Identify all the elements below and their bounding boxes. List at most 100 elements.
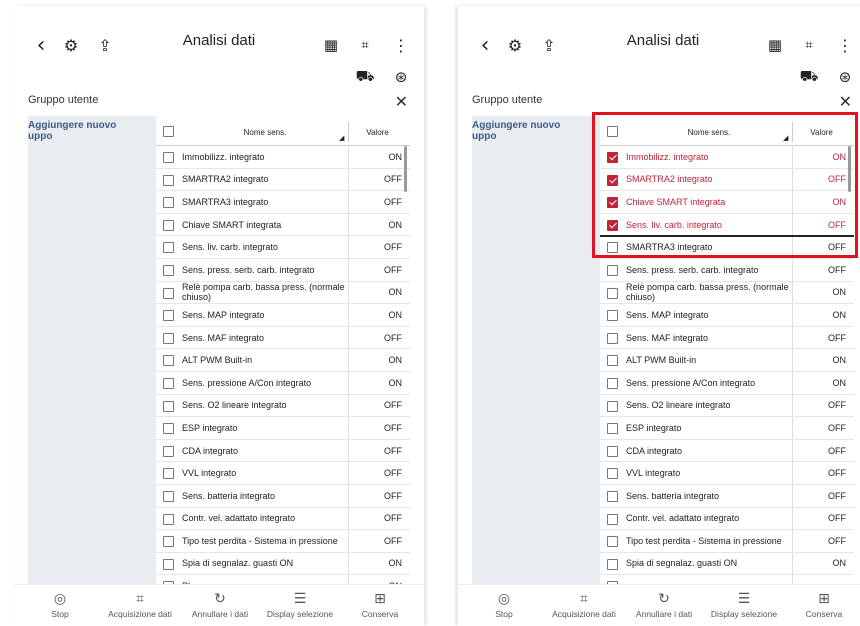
row-checkbox[interactable] [607, 490, 618, 502]
gauge-icon[interactable]: ⊛ [834, 66, 856, 88]
table-row[interactable]: Sens. press. serb. carb. integrato OFF [156, 258, 410, 282]
row-checkbox[interactable] [607, 264, 618, 276]
row-checkbox[interactable] [163, 219, 174, 231]
table-row[interactable]: Contr. vel. adattato integrato OFF [600, 507, 854, 531]
row-checkbox[interactable] [163, 377, 174, 389]
expand-icon[interactable]: ⌗ [798, 34, 820, 56]
select-all-checkbox[interactable] [163, 126, 174, 137]
table-row[interactable]: Sens. pressione A/Con integrato ON [600, 371, 854, 395]
row-checkbox[interactable] [607, 355, 618, 367]
row-checkbox[interactable] [607, 536, 618, 548]
row-checkbox[interactable] [163, 445, 174, 457]
calendar-icon[interactable]: ▦ [764, 34, 786, 56]
toolbar-button-4[interactable]: ⊞ Conserva [784, 591, 860, 619]
toolbar-button-4[interactable]: ⊞ Conserva [340, 591, 420, 619]
toolbar-button-0[interactable]: ◎ Stop [464, 591, 544, 619]
engine-icon[interactable]: ⚙ [504, 34, 526, 56]
table-row[interactable]: Spia di segnalaz. guasti ON ON [600, 552, 854, 576]
table-row[interactable]: Tipo test perdita - Sistema in pressione… [600, 530, 854, 553]
table-row[interactable]: ALT PWM Built-in ON [600, 349, 854, 372]
row-checkbox[interactable] [607, 558, 618, 570]
row-checkbox[interactable] [163, 558, 174, 570]
toolbar-button-3[interactable]: ☰ Display selezione [260, 591, 340, 619]
table-row[interactable]: Pl...ON [156, 575, 410, 584]
toolbar-button-1[interactable]: ⌗ Acquisizione dati [100, 591, 180, 619]
more-vertical-icon[interactable]: ⋮ [834, 34, 856, 56]
calendar-icon[interactable]: ▦ [320, 34, 342, 56]
close-icon[interactable]: ✕ [839, 92, 852, 112]
row-checkbox[interactable] [163, 355, 174, 367]
row-checkbox[interactable] [607, 332, 618, 344]
row-checkbox[interactable] [607, 400, 618, 412]
engine-icon[interactable]: ⚙ [60, 34, 82, 56]
row-checkbox[interactable] [607, 423, 618, 435]
sort-icon[interactable]: ◢ [339, 134, 344, 142]
row-checkbox[interactable] [163, 310, 174, 322]
row-checkbox[interactable] [607, 445, 618, 457]
table-row[interactable] [600, 575, 854, 584]
row-checkbox[interactable] [163, 332, 174, 344]
toolbar-button-1[interactable]: ⌗ Acquisizione dati [544, 591, 624, 619]
table-row[interactable]: Contr. vel. adattato integrato OFF [156, 507, 410, 531]
table-row[interactable]: Sens. MAP integrato ON [156, 304, 410, 327]
table-row[interactable]: ESP integrato OFF [600, 417, 854, 440]
table-row[interactable]: Sens. MAF integrato OFF [600, 326, 854, 350]
table-row[interactable]: Sens. MAP integrato ON [600, 304, 854, 327]
toolbar-button-3[interactable]: ☰ Display selezione [704, 591, 784, 619]
row-checkbox[interactable] [163, 197, 174, 209]
table-row[interactable]: ALT PWM Built-in ON [156, 349, 410, 372]
table-row[interactable]: SMARTRA2 integrato OFF [156, 168, 410, 192]
add-new-group-link[interactable]: Aggiungere nuovo uppo [472, 120, 582, 142]
table-row[interactable]: Sens. batteria integrato OFF [600, 484, 854, 508]
row-checkbox[interactable] [607, 468, 618, 480]
table-row[interactable]: Sens. liv. carb. integrato OFF [156, 236, 410, 259]
row-checkbox[interactable] [163, 242, 174, 254]
chevron-left-icon[interactable]: ‹ [30, 33, 52, 58]
close-icon[interactable]: ✕ [395, 92, 408, 112]
row-checkbox[interactable] [163, 287, 174, 299]
row-checkbox[interactable] [163, 152, 174, 163]
table-row[interactable]: VVL integrato OFF [600, 462, 854, 485]
row-checkbox[interactable] [163, 513, 174, 525]
table-row[interactable]: ESP integrato OFF [156, 417, 410, 440]
scrollbar[interactable] [404, 146, 407, 192]
table-row[interactable]: Relè pompa carb. bassa press. (normale c… [600, 281, 854, 305]
toolbar-button-0[interactable]: ◎ Stop [20, 591, 100, 619]
row-checkbox[interactable] [607, 513, 618, 525]
more-vertical-icon[interactable]: ⋮ [390, 34, 412, 56]
row-checkbox[interactable] [163, 400, 174, 412]
row-checkbox[interactable] [163, 490, 174, 502]
row-checkbox[interactable] [607, 287, 618, 299]
row-checkbox[interactable] [163, 264, 174, 276]
table-row[interactable]: VVL integrato OFF [156, 462, 410, 485]
export-icon[interactable]: ⇪ [538, 34, 560, 56]
table-row[interactable]: Sens. O2 lineare integrato OFF [156, 394, 410, 418]
table-row[interactable]: Sens. batteria integrato OFF [156, 484, 410, 508]
table-row[interactable]: Sens. O2 lineare integrato OFF [600, 394, 854, 418]
export-icon[interactable]: ⇪ [94, 34, 116, 56]
vehicle-icon[interactable]: ⛟ [798, 66, 820, 88]
row-checkbox[interactable] [163, 536, 174, 548]
row-checkbox[interactable] [163, 468, 174, 480]
gauge-icon[interactable]: ⊛ [390, 66, 412, 88]
table-row[interactable]: Spia di segnalaz. guasti ON ON [156, 552, 410, 576]
table-row[interactable]: Sens. pressione A/Con integrato ON [156, 371, 410, 395]
table-row[interactable]: CDA integrato OFF [156, 439, 410, 463]
expand-icon[interactable]: ⌗ [354, 34, 376, 56]
row-checkbox[interactable] [163, 174, 174, 186]
chevron-left-icon[interactable]: ‹ [474, 33, 496, 58]
table-row[interactable]: Tipo test perdita - Sistema in pressione… [156, 530, 410, 553]
add-new-group-link[interactable]: Aggiungere nuovo uppo [28, 120, 138, 142]
table-row[interactable]: Relè pompa carb. bassa press. (normale c… [156, 281, 410, 305]
vehicle-icon[interactable]: ⛟ [354, 66, 376, 88]
table-row[interactable]: Chiave SMART integrata ON [156, 213, 410, 237]
column-header-name[interactable]: Nome sens. [182, 128, 348, 137]
row-checkbox[interactable] [607, 377, 618, 389]
toolbar-button-2[interactable]: ↻ Annullare i dati [624, 591, 704, 619]
table-row[interactable]: SMARTRA3 integrato OFF [156, 191, 410, 214]
table-row[interactable]: Sens. press. serb. carb. integrato OFF [600, 258, 854, 282]
toolbar-button-2[interactable]: ↻ Annullare i dati [180, 591, 260, 619]
row-checkbox[interactable] [607, 310, 618, 322]
row-checkbox[interactable] [163, 423, 174, 435]
table-row[interactable]: Sens. MAF integrato OFF [156, 326, 410, 350]
